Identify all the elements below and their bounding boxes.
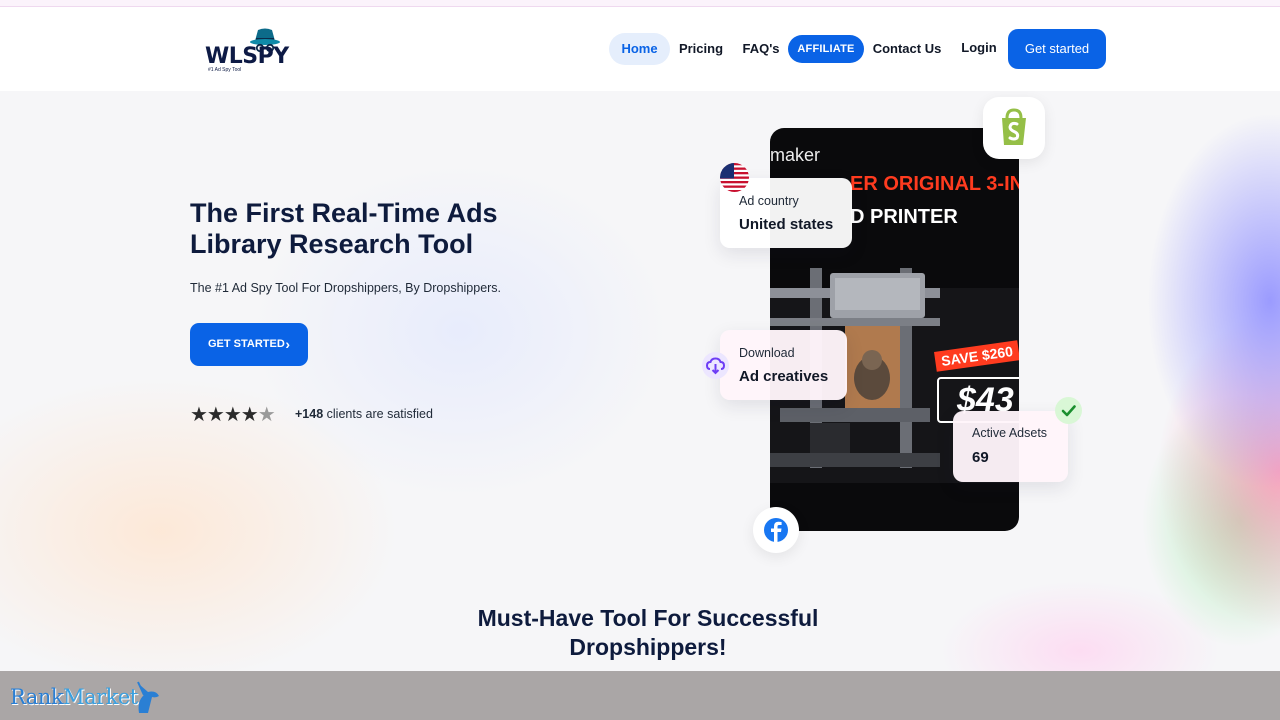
hero-subtitle: The #1 Ad Spy Tool For Dropshippers, By … [190,281,502,295]
ad-headline-line2: D PRINTER [850,206,958,228]
logo-tagline: #1 Ad Spy Tool [208,67,242,73]
adsets-label: Active Adsets [972,426,1048,440]
shopify-badge [983,97,1045,159]
download-icon [702,352,729,379]
hero-title: The First Real-Time Ads Library Research… [190,198,498,259]
active-adsets-card: Active Adsets 69 [953,411,1068,482]
shopify-icon [1002,108,1026,145]
adsets-value: 69 [972,449,989,466]
star-half-icon: ★ [257,404,276,426]
hero-get-started-button[interactable]: GET STARTED › [190,323,308,366]
hero-section: The First Real-Time Ads Library Research… [0,91,1280,671]
bottom-bar [0,671,1280,720]
logo-text: WLSPY [205,44,289,69]
section-title: Must-Have Tool For Successful Dropshippe… [477,605,819,660]
nav-home[interactable]: Home [609,33,670,65]
nav-pricing[interactable]: Pricing [676,33,726,65]
get-started-button[interactable]: Get started [1008,29,1106,69]
nav-affiliate-button[interactable]: AFFILIATE [788,35,864,63]
chevron-right-icon: › [285,336,290,352]
nav-login[interactable]: Login [958,32,1000,64]
ad-brand: maker [770,145,821,165]
unicorn-icon [137,681,159,713]
hero-cta-label: GET STARTED [208,338,285,350]
watermark-rank: Rank [10,685,64,709]
rating-text: +148 clients are satisfied [295,407,433,421]
clients-count: +148 [295,407,324,421]
facebook-badge [753,507,799,553]
watermark-market: Market [63,685,138,709]
us-flag-icon [720,163,749,192]
check-icon [1055,397,1082,424]
ad-country-label: Ad country [739,194,799,208]
nav-faq[interactable]: FAQ's [740,33,782,65]
ad-country-value: United states [739,216,834,233]
rankmarket-watermark: RankMarket [10,681,165,717]
watermark-text: RankMarket [10,685,138,709]
top-accent-bar [0,0,1280,7]
facebook-icon [764,518,788,542]
rating-stars: ★★★★★ [190,402,276,427]
nav-contact[interactable]: Contact Us [872,33,942,65]
logo[interactable]: WLSPY #1 Ad Spy Tool [203,27,289,79]
download-value: Ad creatives [739,368,829,385]
navbar: WLSPY #1 Ad Spy Tool Home Pricing FAQ's … [0,7,1280,91]
star-icon: ★★★★ [190,404,259,426]
download-creatives-card[interactable]: Download Ad creatives [720,330,847,400]
clients-text: clients are satisfied [326,407,433,421]
ad-headline-line1: ER ORIGINAL 3-IN [850,173,1019,195]
download-label: Download [739,346,795,360]
